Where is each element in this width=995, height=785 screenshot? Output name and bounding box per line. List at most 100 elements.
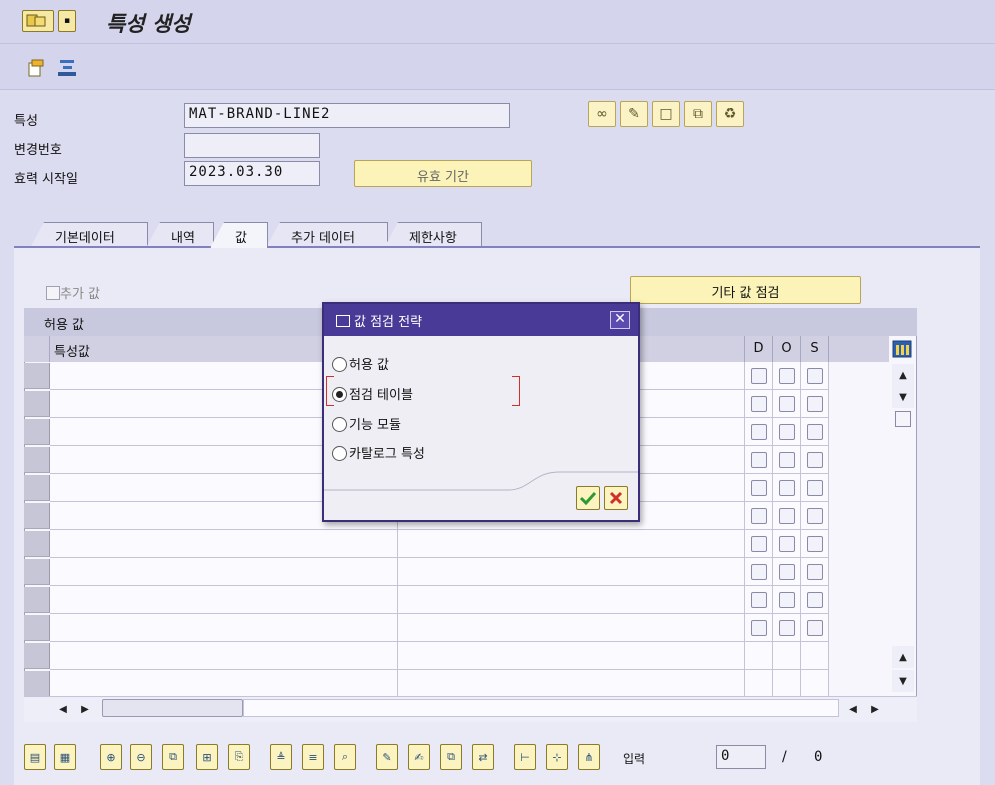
- table-cell-description[interactable]: [398, 642, 745, 670]
- scroll-page-up-button[interactable]: ▲: [892, 646, 914, 668]
- copy-table-button[interactable]: ⧉: [440, 744, 462, 770]
- scroll-left-button[interactable]: ◀: [54, 698, 72, 720]
- checkbox-s[interactable]: [807, 564, 823, 580]
- checkbox-d[interactable]: [751, 452, 767, 468]
- row-selector[interactable]: [24, 671, 50, 697]
- sort-descending-button[interactable]: ≡: [302, 744, 324, 770]
- table-cell-value[interactable]: [50, 642, 398, 670]
- valid-from-field[interactable]: 2023.03.30: [184, 161, 320, 186]
- checkbox-d[interactable]: [751, 536, 767, 552]
- scroll-up-button[interactable]: ▲: [892, 364, 914, 386]
- checkbox-o[interactable]: [779, 536, 795, 552]
- table-cell-value[interactable]: [50, 586, 398, 614]
- checkbox-s[interactable]: [807, 368, 823, 384]
- tab-description[interactable]: 내역: [146, 222, 214, 248]
- column-settings-button[interactable]: [892, 340, 912, 362]
- characteristic-field[interactable]: MAT-BRAND-LINE2: [184, 103, 510, 128]
- sort-ascending-button[interactable]: ≜: [270, 744, 292, 770]
- dialog-confirm-button[interactable]: [576, 486, 600, 510]
- menu-dropdown-button[interactable]: ▪: [58, 10, 76, 32]
- checkbox-d[interactable]: [751, 424, 767, 440]
- insert-row-button[interactable]: ⊕: [100, 744, 122, 770]
- checkbox-s[interactable]: [807, 536, 823, 552]
- radio-option-check-table[interactable]: 점검 테이블: [332, 384, 413, 403]
- row-selector[interactable]: [24, 447, 50, 473]
- paste-button[interactable]: ⎘: [228, 744, 250, 770]
- delete-button[interactable]: ♻: [716, 101, 744, 127]
- radio-option-catalog-characteristic[interactable]: 카탈로그 특성: [332, 443, 425, 462]
- row-selector[interactable]: [24, 391, 50, 417]
- radio-option-allowed-values[interactable]: 허용 값: [332, 354, 389, 373]
- validity-button[interactable]: 유효 기간: [354, 160, 532, 187]
- checkbox-s[interactable]: [807, 620, 823, 636]
- checkbox-d[interactable]: [751, 620, 767, 636]
- checkbox-d[interactable]: [751, 592, 767, 608]
- change-number-field[interactable]: [184, 133, 320, 158]
- radio-option-function-module[interactable]: 기능 모듈: [332, 414, 401, 433]
- table-cell-value[interactable]: [50, 558, 398, 586]
- edit-button[interactable]: ✎: [376, 744, 398, 770]
- table-cell-value[interactable]: [50, 530, 398, 558]
- row-selector[interactable]: [24, 587, 50, 613]
- checkbox-s[interactable]: [807, 452, 823, 468]
- checkbox-d[interactable]: [751, 368, 767, 384]
- table-cell-description[interactable]: [398, 614, 745, 642]
- checkbox-o[interactable]: [779, 564, 795, 580]
- change-button[interactable]: ✎: [620, 101, 648, 127]
- tab-additional-data[interactable]: 추가 데이터: [266, 222, 388, 248]
- additional-values-checkbox[interactable]: 추가 값: [46, 283, 100, 302]
- delete-row-button[interactable]: ⊖: [130, 744, 152, 770]
- checkbox-o[interactable]: [779, 592, 795, 608]
- hierarchy-button[interactable]: [56, 58, 78, 82]
- checkbox-s[interactable]: [807, 592, 823, 608]
- other-value-check-button[interactable]: 기타 값 점검: [630, 276, 861, 304]
- horizontal-scroll-track[interactable]: [243, 699, 839, 717]
- details-button[interactable]: ▤: [24, 744, 46, 770]
- row-selector[interactable]: [24, 419, 50, 445]
- checkbox-s[interactable]: [807, 396, 823, 412]
- scroll-right-button-2[interactable]: ▶: [866, 698, 884, 720]
- hierarchy-disabled-button[interactable]: ⋔: [578, 744, 600, 770]
- display-change-button[interactable]: ∞: [588, 101, 616, 127]
- tab-values[interactable]: 값: [210, 222, 268, 248]
- dialog-cancel-button[interactable]: [604, 486, 628, 510]
- table-cell-description[interactable]: [398, 586, 745, 614]
- row-selector[interactable]: [24, 475, 50, 501]
- scroll-down-button[interactable]: ▼: [892, 386, 914, 408]
- row-selector[interactable]: [24, 643, 50, 669]
- scroll-right-button[interactable]: ▶: [76, 698, 94, 720]
- other-object-button[interactable]: [26, 58, 46, 82]
- checkbox-o[interactable]: [779, 396, 795, 412]
- tab-basic-data[interactable]: 기본데이터: [30, 222, 148, 248]
- checkbox-o[interactable]: [779, 620, 795, 636]
- row-selector[interactable]: [24, 559, 50, 585]
- checkbox-o[interactable]: [779, 508, 795, 524]
- swap-button[interactable]: ⇄: [472, 744, 494, 770]
- horizontal-scroll-thumb[interactable]: [102, 699, 243, 717]
- checkbox-s[interactable]: [807, 480, 823, 496]
- select-all-cell[interactable]: [24, 336, 50, 362]
- table-cell-description[interactable]: [398, 558, 745, 586]
- scroll-page-down-button[interactable]: ▼: [892, 670, 914, 692]
- row-selector[interactable]: [24, 531, 50, 557]
- table-cell-value[interactable]: [50, 614, 398, 642]
- copy-selection-button[interactable]: ⊞: [196, 744, 218, 770]
- table-cell-description[interactable]: [398, 530, 745, 558]
- checkbox-o[interactable]: [779, 452, 795, 468]
- scroll-thumb[interactable]: [895, 411, 911, 427]
- hierarchy-add-button[interactable]: ⊹: [546, 744, 568, 770]
- checkbox-s[interactable]: [807, 508, 823, 524]
- copy-row-button[interactable]: ⧉: [162, 744, 184, 770]
- system-menu-button[interactable]: [22, 10, 54, 32]
- table-cell-value[interactable]: [50, 670, 398, 698]
- select-block-button[interactable]: ▦: [54, 744, 76, 770]
- find-button[interactable]: ⌕: [334, 744, 356, 770]
- copy-button[interactable]: ⧉: [684, 101, 712, 127]
- tab-restrictions[interactable]: 제한사항: [384, 222, 482, 248]
- row-selector[interactable]: [24, 615, 50, 641]
- row-selector[interactable]: [24, 363, 50, 389]
- hierarchy-up-button[interactable]: ⊢: [514, 744, 536, 770]
- dialog-close-button[interactable]: ✕: [610, 311, 630, 329]
- table-cell-description[interactable]: [398, 670, 745, 698]
- checkbox-o[interactable]: [779, 368, 795, 384]
